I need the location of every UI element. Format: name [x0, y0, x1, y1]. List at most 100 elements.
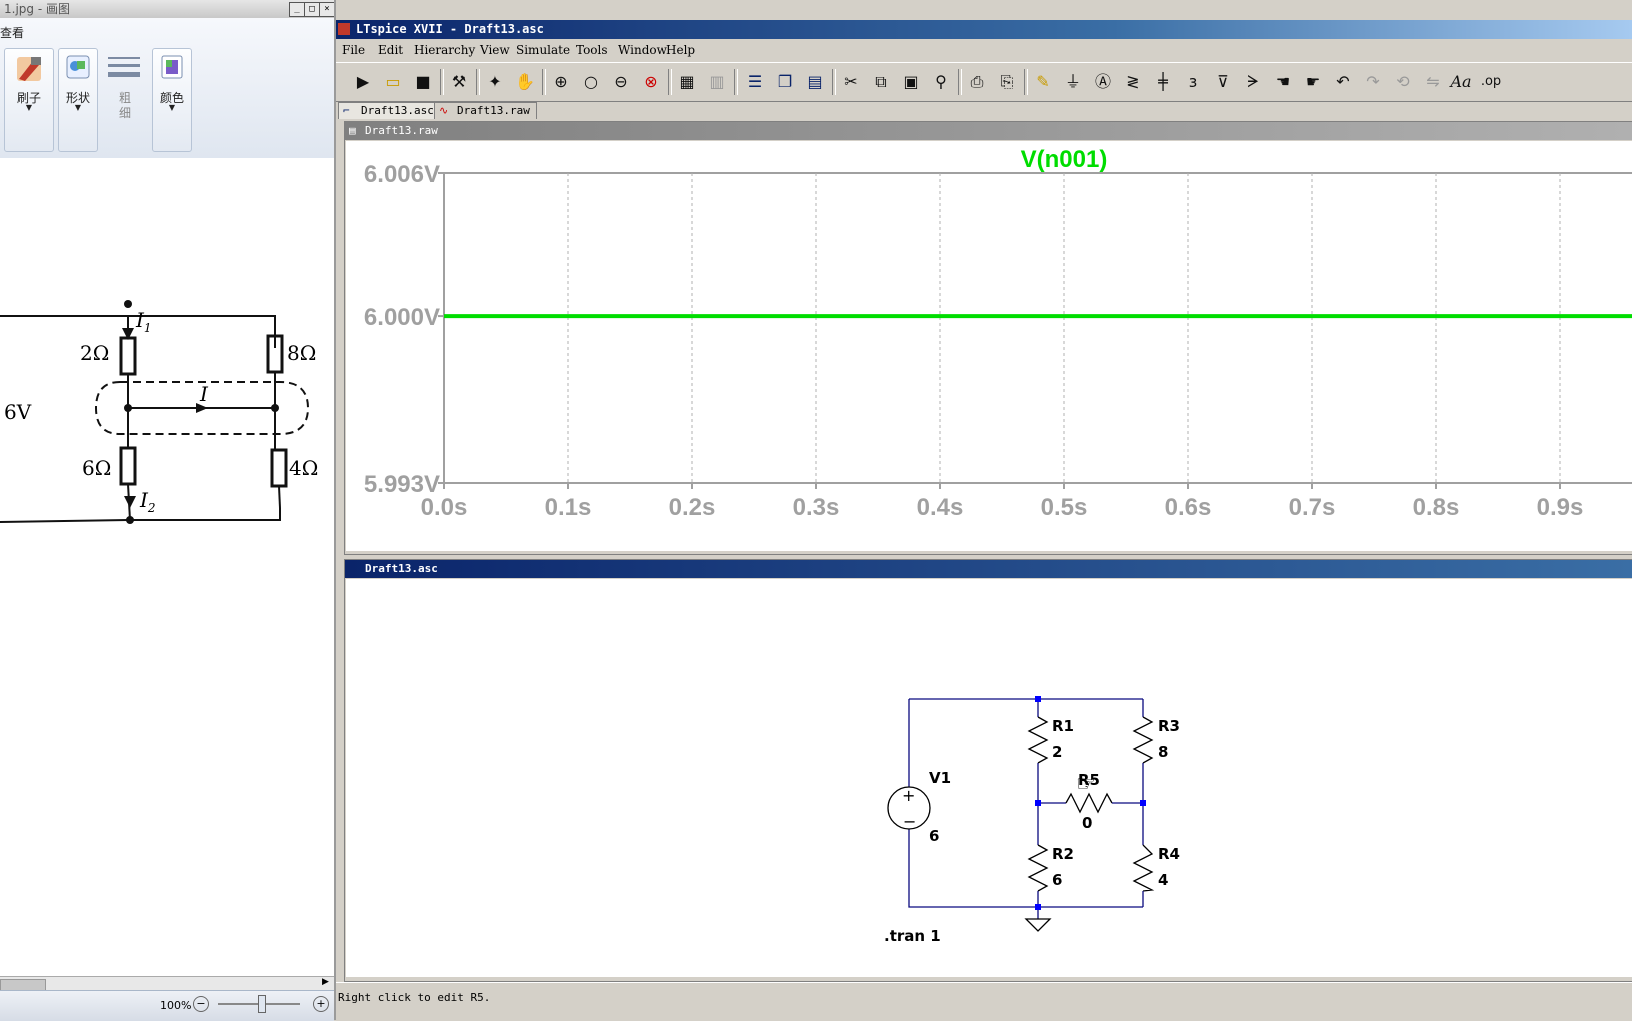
tile-v-icon[interactable]: ▤	[804, 71, 826, 93]
colors-button[interactable]: 颜色 ▼	[152, 48, 192, 152]
r4-name[interactable]: R4	[1158, 845, 1180, 863]
paint-window: 1.jpg - 画图 _ □ × 查看 刷子 ▼ 形状 ▼ 粗 细 颜色 ▼ I…	[0, 0, 335, 1021]
tile-h-icon[interactable]: ☰	[744, 71, 766, 93]
pan-icon[interactable]: ✋	[514, 71, 536, 93]
maximize-icon[interactable]: □	[304, 2, 320, 17]
spice-directive-icon[interactable]: .op	[1480, 71, 1502, 93]
schematic-window-title-text: Draft13.asc	[365, 562, 438, 575]
diode-icon[interactable]: ⊽	[1212, 71, 1234, 93]
waveform-window-title[interactable]: ▤ Draft13.raw	[345, 122, 1632, 140]
menu-simulate[interactable]: Simulate	[516, 43, 570, 57]
current-i-label: I	[200, 382, 208, 406]
run-sim-icon[interactable]: ✦	[484, 71, 506, 93]
text-icon[interactable]: Aa	[1450, 71, 1472, 93]
schematic-canvas[interactable]: + − ☞ V1 6 R1 2 R2 6 R3 8 R4 4 R5 0 .tra…	[346, 579, 1632, 977]
r2-name[interactable]: R2	[1052, 845, 1074, 863]
y-tick-label: 6.006V	[364, 161, 440, 188]
zoom-out-icon[interactable]: ⊖	[610, 71, 632, 93]
menu-view[interactable]: View	[480, 43, 510, 57]
plot-settings-icon[interactable]: ▥	[706, 71, 728, 93]
shapes-icon	[66, 55, 90, 79]
zoom-in-icon[interactable]: +	[313, 996, 329, 1012]
waveform-chart[interactable]: 0.0s 0.1s 0.2s 0.3s 0.4s 0.5s 0.6s 0.7s 0.8s 0.9s…	[346, 141, 1632, 551]
r2-value[interactable]: 6	[1052, 871, 1062, 889]
paste-icon[interactable]: ▣	[900, 71, 922, 93]
x-tick-label: 0.1s	[545, 494, 592, 521]
r5-value[interactable]: 0	[1082, 814, 1092, 832]
tab-label: Draft13.asc	[361, 104, 434, 117]
wire-icon[interactable]: ✎	[1032, 71, 1054, 93]
size-button[interactable]: 粗 细	[102, 48, 148, 152]
ltspice-title-bar[interactable]: LTspice XVII - Draft13.asc	[336, 20, 1632, 39]
resistor-icon[interactable]: ≷	[1122, 71, 1144, 93]
print-setup-icon[interactable]: ⎘	[996, 71, 1018, 93]
cascade-icon[interactable]: ❐	[774, 71, 796, 93]
spice-directive[interactable]: .tran 1	[884, 927, 941, 945]
run-icon[interactable]: ▶	[352, 71, 374, 93]
x-tick-label: 0.0s	[421, 494, 468, 521]
horizontal-scrollbar[interactable]: ▶	[0, 976, 334, 991]
schematic-window-title[interactable]: Draft13.asc	[345, 560, 1632, 578]
x-tick-label: 0.4s	[917, 494, 964, 521]
brush-icon	[17, 57, 41, 81]
capacitor-icon[interactable]: ╪	[1152, 71, 1174, 93]
save-icon[interactable]: ■	[412, 71, 434, 93]
zoom-area-icon[interactable]: ○	[580, 71, 602, 93]
control-panel-icon[interactable]: ⚒	[448, 71, 470, 93]
tab-view[interactable]: 查看	[0, 24, 24, 41]
menu-file[interactable]: File	[342, 43, 365, 57]
paint-canvas[interactable]: I1 2Ω 8Ω I 6V 6Ω 4Ω I2	[0, 158, 334, 976]
r5-name[interactable]: R5	[1078, 771, 1100, 789]
document-tabs: ⌐ Draft13.asc ∿ Draft13.raw	[336, 100, 1632, 120]
shapes-button[interactable]: 形状 ▼	[58, 48, 98, 152]
menu-edit[interactable]: Edit	[378, 43, 403, 57]
label-icon[interactable]: Ⓐ	[1092, 71, 1114, 93]
redo-icon[interactable]: ↷	[1362, 71, 1384, 93]
zoom-cancel-icon[interactable]: ⊗	[640, 71, 662, 93]
component-icon[interactable]: ᗒ	[1242, 71, 1264, 93]
scroll-right-icon[interactable]: ▶	[322, 977, 329, 987]
tab-draft13-raw[interactable]: ∿ Draft13.raw	[434, 102, 537, 119]
toolbar-separator	[476, 69, 480, 95]
v1-name[interactable]: V1	[929, 769, 951, 787]
open-icon[interactable]: ▭	[382, 71, 404, 93]
plot-icon[interactable]: ▦	[676, 71, 698, 93]
zoom-slider-thumb[interactable]	[258, 995, 266, 1013]
drag-icon[interactable]: ☛	[1302, 71, 1324, 93]
print-icon[interactable]: ⎙	[966, 71, 988, 93]
x-tick-label: 0.2s	[669, 494, 716, 521]
close-icon[interactable]: ×	[319, 2, 335, 17]
y-tick-label: 6.000V	[364, 304, 440, 331]
cut-icon[interactable]: ✂	[840, 71, 862, 93]
brushes-button[interactable]: 刷子 ▼	[4, 48, 54, 152]
paint-title-bar[interactable]: 1.jpg - 画图 _ □ ×	[0, 0, 335, 18]
zoom-in-icon[interactable]: ⊕	[550, 71, 572, 93]
waveform-plot[interactable]: 0.0s 0.1s 0.2s 0.3s 0.4s 0.5s 0.6s 0.7s 0.8s 0.9s…	[346, 141, 1632, 551]
menu-hierarchy[interactable]: Hierarchy	[414, 43, 475, 57]
r1-value[interactable]: 2	[1052, 743, 1062, 761]
menu-help[interactable]: Help	[666, 43, 695, 57]
ground-icon[interactable]: ⏚	[1062, 71, 1084, 93]
inductor-icon[interactable]: ɜ	[1182, 71, 1204, 93]
mirror-icon[interactable]: ⇋	[1422, 71, 1444, 93]
minimize-icon[interactable]: _	[289, 2, 305, 17]
move-icon[interactable]: ☚	[1272, 71, 1294, 93]
tab-label: Draft13.raw	[457, 104, 530, 117]
menu-tools[interactable]: Tools	[576, 43, 608, 57]
r4-value[interactable]: 4	[1158, 871, 1168, 889]
copy-icon[interactable]: ⧉	[870, 71, 892, 93]
r3-name[interactable]: R3	[1158, 717, 1180, 735]
r1-name[interactable]: R1	[1052, 717, 1074, 735]
rotate-icon[interactable]: ⟲	[1392, 71, 1414, 93]
v1-value[interactable]: 6	[929, 827, 939, 845]
undo-icon[interactable]: ↶	[1332, 71, 1354, 93]
find-icon[interactable]: ⚲	[930, 71, 952, 93]
r3-value[interactable]: 8	[1158, 743, 1168, 761]
menu-window[interactable]: Window	[618, 43, 667, 57]
toolbar-separator	[832, 69, 836, 95]
toolbar-separator	[958, 69, 962, 95]
junction-dot	[1035, 904, 1041, 910]
zoom-out-icon[interactable]: −	[193, 996, 209, 1012]
waveform-window-title-text: Draft13.raw	[365, 124, 438, 137]
tab-draft13-asc[interactable]: ⌐ Draft13.asc	[338, 102, 441, 119]
